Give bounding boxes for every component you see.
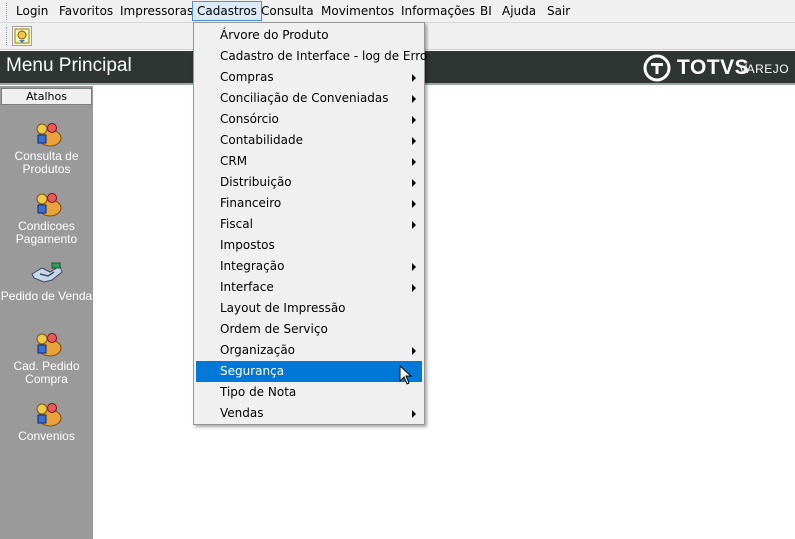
totvs-logo-icon: [643, 54, 671, 82]
menu-item-arvore-produto[interactable]: Árvore do Produto: [196, 25, 422, 46]
submenu-arrow-icon: [412, 347, 416, 355]
menu-item-contabilidade[interactable]: Contabilidade: [196, 130, 422, 151]
menu-item-layout-impressao[interactable]: Layout de Impressão: [196, 298, 422, 319]
handshake-icon: [31, 262, 63, 283]
shortcut-label: Consulta de Produtos: [14, 149, 79, 176]
people-group-icon: [36, 333, 62, 357]
submenu-arrow-icon: [412, 410, 416, 418]
shortcut-label: Pedido de Venda: [0, 289, 93, 303]
menu-item-distribuicao[interactable]: Distribuição: [196, 172, 422, 193]
menu-item-ordem-servico[interactable]: Ordem de Serviço: [196, 319, 422, 340]
menu-item-label: Vendas: [220, 406, 264, 420]
menu-item-label: Consórcio: [220, 112, 279, 126]
menu-item-label: Layout de Impressão: [220, 301, 346, 315]
people-group-icon: [36, 193, 62, 217]
menu-cadastros[interactable]: Cadastros: [192, 1, 262, 21]
menu-item-organizacao[interactable]: Organização: [196, 340, 422, 361]
menu-sair[interactable]: Sair: [543, 1, 574, 21]
shortcut-pedido-venda[interactable]: Pedido de Venda: [0, 260, 93, 328]
menu-favoritos[interactable]: Favoritos: [55, 1, 117, 21]
menu-item-conciliacao[interactable]: Conciliação de Conveniadas: [196, 88, 422, 109]
menu-item-label: Ordem de Serviço: [220, 322, 328, 336]
menu-item-label: Compras: [220, 70, 274, 84]
submenu-arrow-icon: [412, 158, 416, 166]
menu-item-interface[interactable]: Interface: [196, 277, 422, 298]
menu-impressoras[interactable]: Impressoras: [116, 1, 197, 21]
mouse-cursor-icon: [399, 365, 413, 385]
menu-item-label: Impostos: [220, 238, 275, 252]
toolbar-grip: [6, 27, 9, 45]
shortcut-label: Condicoes Pagamento: [15, 219, 78, 246]
menu-item-crm[interactable]: CRM: [196, 151, 422, 172]
submenu-arrow-icon: [412, 263, 416, 271]
menu-item-label: Conciliação de Conveniadas: [220, 91, 389, 105]
menu-item-seguranca[interactable]: Segurança: [196, 361, 422, 382]
people-group-icon: [36, 123, 62, 147]
menu-login[interactable]: Login: [12, 1, 52, 21]
page-title: Menu Principal: [6, 55, 132, 76]
menu-item-impostos[interactable]: Impostos: [196, 235, 422, 256]
menu-bar: Login Favoritos Impressoras Cadastros Co…: [0, 0, 795, 23]
submenu-arrow-icon: [412, 221, 416, 229]
menu-item-label: CRM: [220, 154, 248, 168]
menu-movimentos[interactable]: Movimentos: [317, 1, 398, 21]
menu-item-label: Interface: [220, 280, 274, 294]
menu-item-consorcio[interactable]: Consórcio: [196, 109, 422, 130]
menu-informacoes[interactable]: Informações: [397, 1, 479, 21]
shortcut-consulta-produtos[interactable]: Consulta de Produtos: [0, 120, 93, 188]
menu-item-label: Tipo de Nota: [220, 385, 297, 399]
menu-ajuda[interactable]: Ajuda: [498, 1, 540, 21]
logo-subtext: VAREJO: [739, 62, 790, 76]
submenu-arrow-icon: [412, 74, 416, 82]
menu-item-label: Contabilidade: [220, 133, 303, 147]
menu-consulta[interactable]: Consulta: [257, 1, 318, 21]
menu-item-label: Distribuição: [220, 175, 292, 189]
people-group-icon: [36, 403, 62, 427]
toolbar-shortcut-button[interactable]: [12, 26, 32, 46]
menu-item-compras[interactable]: Compras: [196, 67, 422, 88]
favorite-icon: [14, 28, 30, 44]
submenu-arrow-icon: [412, 116, 416, 124]
submenu-arrow-icon: [412, 200, 416, 208]
shortcut-cad-pedido-compra[interactable]: Cad. Pedido Compra: [0, 330, 93, 398]
menu-item-label: Cadastro de Interface - log de Erro: [220, 49, 428, 63]
cadastros-dropdown-menu: Árvore do Produto Cadastro de Interface …: [193, 22, 427, 425]
shortcut-convenios[interactable]: Convenios: [0, 400, 93, 468]
menu-item-label: Integração: [220, 259, 285, 273]
menu-item-label: Financeiro: [220, 196, 282, 210]
menu-item-cadastro-interface[interactable]: Cadastro de Interface - log de Erro: [196, 46, 427, 67]
menu-item-label: Árvore do Produto: [220, 28, 329, 42]
menu-item-label: Organização: [220, 343, 296, 357]
submenu-arrow-icon: [412, 179, 416, 187]
shortcut-label: Cad. Pedido Compra: [13, 359, 80, 386]
menu-bi[interactable]: BI: [476, 1, 496, 21]
shortcut-label: Convenios: [18, 429, 75, 443]
menu-item-integracao[interactable]: Integração: [196, 256, 422, 277]
menu-item-financeiro[interactable]: Financeiro: [196, 193, 422, 214]
shortcuts-sidebar: Atalhos Consulta de Produtos Condicoes P…: [0, 86, 93, 539]
menu-item-label: Segurança: [220, 364, 285, 378]
totvs-logo: TOTVS VAREJO: [643, 54, 789, 82]
menubar-grip: [6, 3, 9, 20]
shortcut-condicoes-pagamento[interactable]: Condicoes Pagamento: [0, 190, 93, 258]
sidebar-tab-atalhos[interactable]: Atalhos: [1, 88, 92, 105]
menu-item-vendas[interactable]: Vendas: [196, 403, 422, 424]
submenu-arrow-icon: [412, 137, 416, 145]
menu-item-fiscal[interactable]: Fiscal: [196, 214, 422, 235]
menu-item-label: Fiscal: [220, 217, 253, 231]
menu-item-tipo-nota[interactable]: Tipo de Nota: [196, 382, 422, 403]
submenu-arrow-icon: [412, 95, 416, 103]
submenu-arrow-icon: [412, 284, 416, 292]
